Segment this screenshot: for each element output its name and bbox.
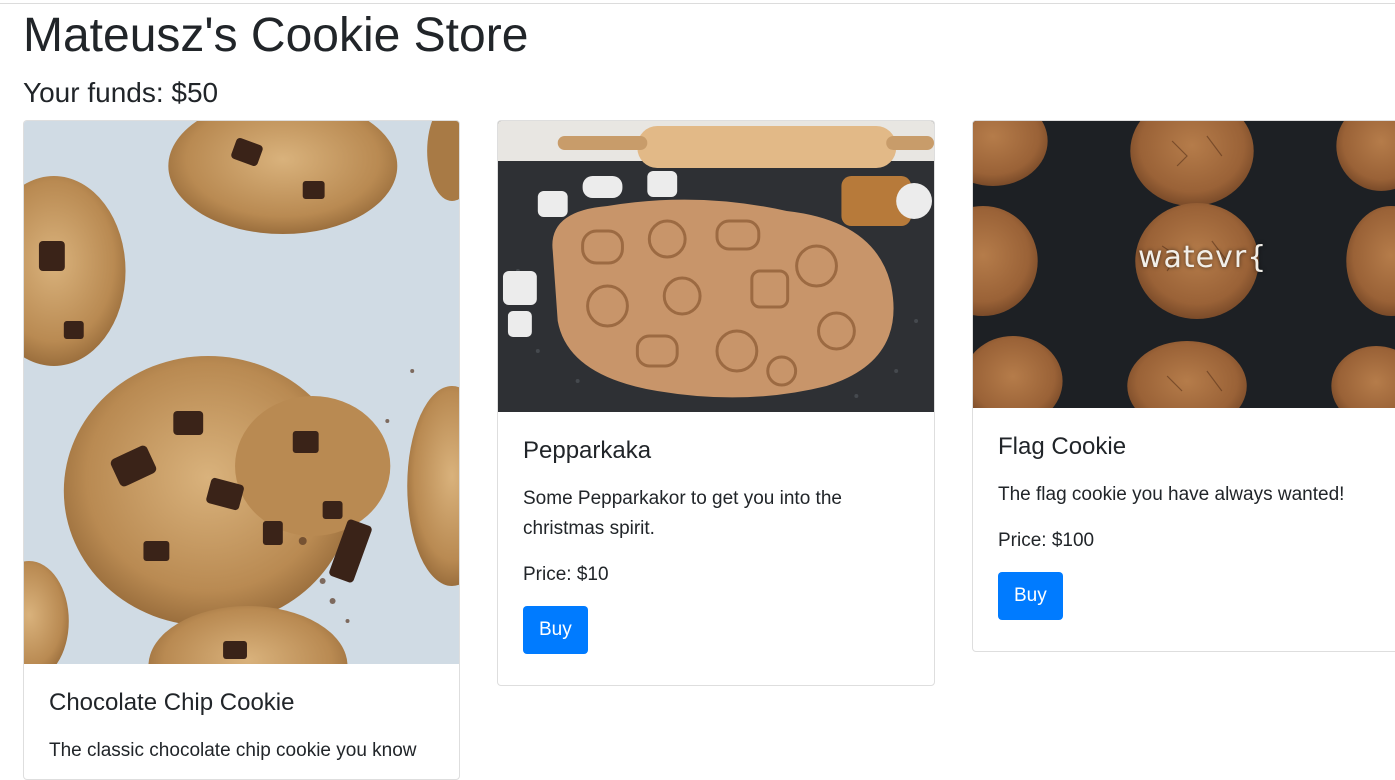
product-image-pepparkaka	[498, 121, 934, 412]
product-price: Price: $100	[998, 530, 1095, 551]
product-description: Some Pepparkakor to get you into the chr…	[523, 488, 842, 539]
flag-image-caption: watevr{	[1138, 240, 1268, 275]
top-divider	[0, 3, 1395, 4]
product-price: Price: $10	[523, 564, 609, 585]
product-description: The flag cookie you have always wanted!	[998, 484, 1345, 505]
product-description: The classic chocolate chip cookie you kn…	[49, 740, 417, 761]
funds-display: Your funds: $50	[23, 77, 219, 108]
product-card-chocolate-chip: Chocolate Chip Cookie The classic chocol…	[23, 120, 460, 780]
product-name: Pepparkaka	[523, 437, 652, 464]
buy-button[interactable]: Buy	[523, 606, 588, 654]
product-name: Flag Cookie	[998, 433, 1127, 460]
product-name: Chocolate Chip Cookie	[49, 689, 295, 716]
buy-button[interactable]: Buy	[998, 572, 1063, 620]
page-title: Mateusz's Cookie Store	[23, 9, 529, 62]
product-card-pepparkaka: Pepparkaka Some Pepparkakor to get you i…	[497, 120, 935, 686]
product-image-chocolate-chip	[24, 121, 459, 664]
product-card-flag-cookie: Flag Cookie The flag cookie you have alw…	[972, 120, 1395, 652]
